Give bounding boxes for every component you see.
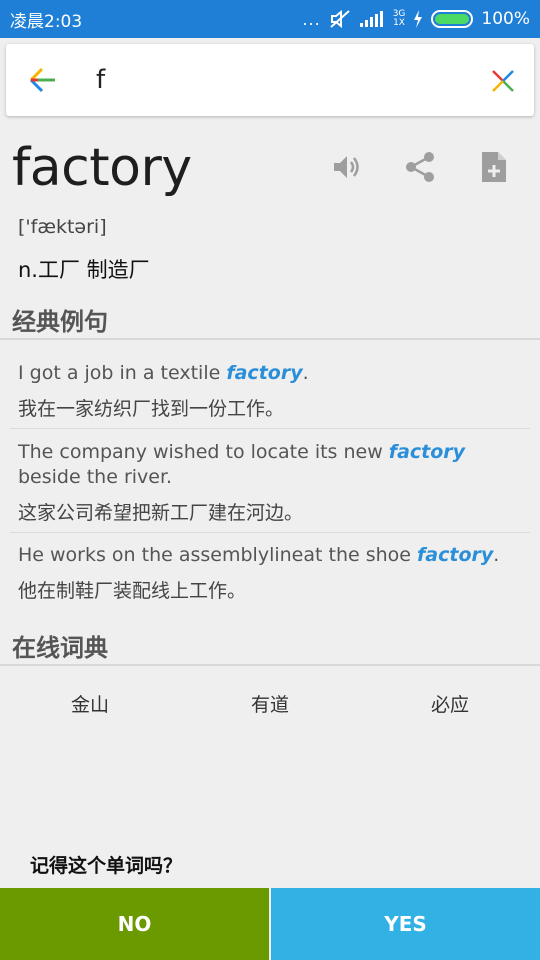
- add-to-wordbook-button[interactable]: [478, 150, 510, 184]
- example-divider: [10, 532, 530, 533]
- share-button[interactable]: [404, 150, 436, 184]
- example-chinese: 我在一家纺织厂找到一份工作。: [18, 398, 285, 420]
- status-icons: ... 3G 1X 100%: [302, 9, 530, 29]
- share-icon: [406, 152, 434, 182]
- speaker-icon: [334, 156, 359, 178]
- example-english: He works on the assemblylineat the shoe …: [18, 544, 500, 566]
- battery-fill: [435, 14, 470, 24]
- status-bar: 凌晨2:03 ... 3G 1X 100%: [0, 0, 540, 38]
- example-english: The company wished to locate its new fac…: [18, 441, 466, 488]
- search-input[interactable]: [96, 62, 466, 98]
- dict-link-jinshan[interactable]: 金山: [0, 690, 180, 717]
- example-english: I got a job in a textile factory.: [18, 362, 309, 384]
- example-chinese: 他在制鞋厂装配线上工作。: [18, 580, 247, 602]
- dict-link-youdao[interactable]: 有道: [180, 690, 360, 717]
- definition: n.工厂 制造厂: [18, 258, 150, 282]
- battery-icon: [431, 10, 474, 28]
- section-divider: [0, 664, 540, 666]
- mute-icon: [330, 9, 350, 29]
- speaker-button[interactable]: [330, 150, 362, 184]
- charging-icon: [414, 10, 423, 28]
- online-dictionaries: 金山 有道 必应: [0, 690, 540, 717]
- highlight-word: factory: [226, 362, 303, 384]
- examples-section-title: 经典例句: [12, 308, 108, 336]
- review-question: 记得这个单词吗？: [30, 855, 183, 877]
- add-file-icon: [482, 152, 506, 182]
- highlight-word: factory: [388, 441, 466, 463]
- phonetic: ['fæktəri]: [18, 216, 107, 238]
- highlight-word: factory: [417, 544, 494, 566]
- online-dict-section-title: 在线词典: [12, 634, 108, 662]
- example-divider: [10, 428, 530, 429]
- word-actions: [330, 150, 510, 184]
- more-notifications-icon: ...: [302, 9, 321, 29]
- close-icon[interactable]: [490, 68, 516, 94]
- example-item: He works on the assemblylineat the shoe …: [18, 543, 523, 603]
- arrow-left-icon[interactable]: [28, 66, 58, 94]
- search-bar: [6, 44, 534, 116]
- example-chinese: 这家公司希望把新工厂建在河边。: [18, 502, 304, 524]
- signal-icon: [359, 11, 383, 27]
- battery-percent: 100%: [481, 9, 530, 29]
- example-item: The company wished to locate its new fac…: [18, 440, 523, 525]
- screen: 凌晨2:03 ... 3G 1X 100% f factory ['fæktər…: [0, 0, 540, 960]
- word-title: factory: [12, 138, 192, 198]
- yes-button[interactable]: YES: [271, 888, 540, 960]
- no-button[interactable]: NO: [0, 888, 269, 960]
- example-item: I got a job in a textile factory. 我在一家纺织…: [18, 361, 523, 421]
- status-time: 凌晨2:03: [10, 11, 83, 32]
- dict-link-bing[interactable]: 必应: [360, 690, 540, 717]
- section-divider: [0, 338, 540, 340]
- network-type: 3G 1X: [392, 9, 406, 28]
